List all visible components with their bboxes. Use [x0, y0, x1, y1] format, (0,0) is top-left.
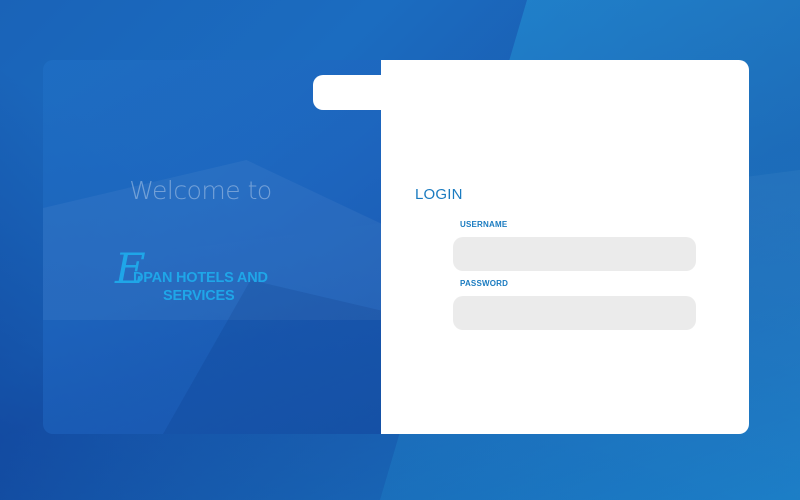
- welcome-heading: Welcome to: [129, 176, 272, 205]
- welcome-panel: Welcome to E DPAN HOTELS AND SERVICES: [43, 60, 382, 434]
- username-label: USERNAME: [460, 220, 508, 229]
- username-input[interactable]: [453, 237, 696, 271]
- login-tab: [313, 75, 393, 110]
- login-title: LOGIN: [415, 186, 463, 203]
- brand-logo: E DPAN HOTELS AND SERVICES: [115, 248, 315, 310]
- password-input[interactable]: [453, 296, 696, 330]
- brand-name-line2: SERVICES: [163, 288, 235, 304]
- brand-name-line1: DPAN HOTELS AND: [133, 270, 268, 286]
- password-label: PASSWORD: [460, 279, 509, 288]
